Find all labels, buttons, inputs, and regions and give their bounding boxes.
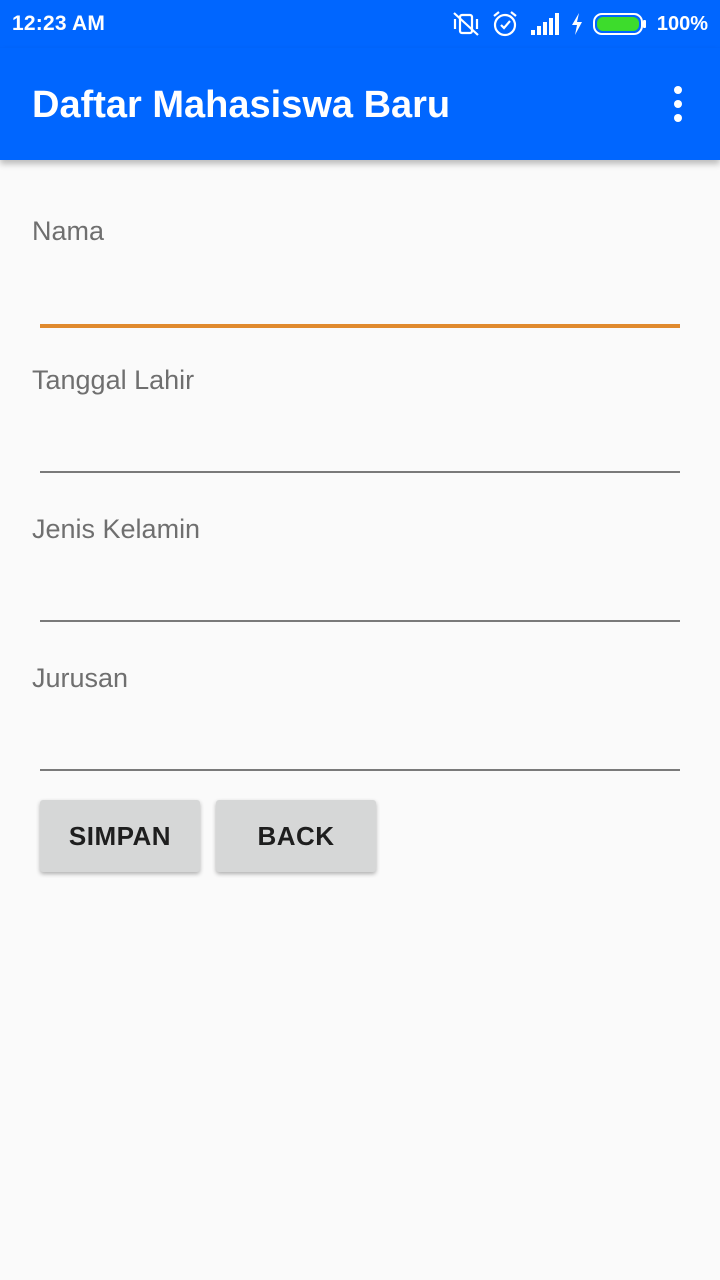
nama-input[interactable] — [40, 278, 680, 328]
jenis-kelamin-input[interactable] — [40, 572, 680, 622]
battery-icon — [592, 12, 647, 36]
tanggal-lahir-label: Tanggal Lahir — [32, 365, 195, 395]
signal-icon — [529, 12, 561, 36]
overflow-dot — [674, 86, 682, 94]
jurusan-label: Jurusan — [32, 663, 129, 693]
tanggal-lahir-input[interactable] — [40, 423, 680, 473]
alarm-icon — [491, 10, 519, 38]
more-vert-icon[interactable] — [658, 82, 698, 126]
app-title: Daftar Mahasiswa Baru — [32, 84, 451, 126]
vibrate-off-icon — [451, 11, 481, 37]
overflow-dot — [674, 114, 682, 122]
jurusan-input[interactable] — [40, 721, 680, 771]
status-bar: 12:23 AM 100% — [0, 0, 720, 48]
save-button[interactable]: SIMPAN — [40, 800, 200, 872]
jenis-kelamin-label: Jenis Kelamin — [32, 514, 201, 544]
overflow-dot — [674, 100, 682, 108]
battery-percent: 100% — [656, 12, 708, 35]
back-button[interactable]: BACK — [216, 800, 376, 872]
status-time: 12:23 AM — [12, 12, 106, 35]
app-bar: Daftar Mahasiswa Baru — [0, 48, 720, 160]
charging-icon — [571, 13, 583, 35]
status-icons: 100% — [451, 9, 708, 39]
nama-label: Nama — [32, 216, 105, 246]
